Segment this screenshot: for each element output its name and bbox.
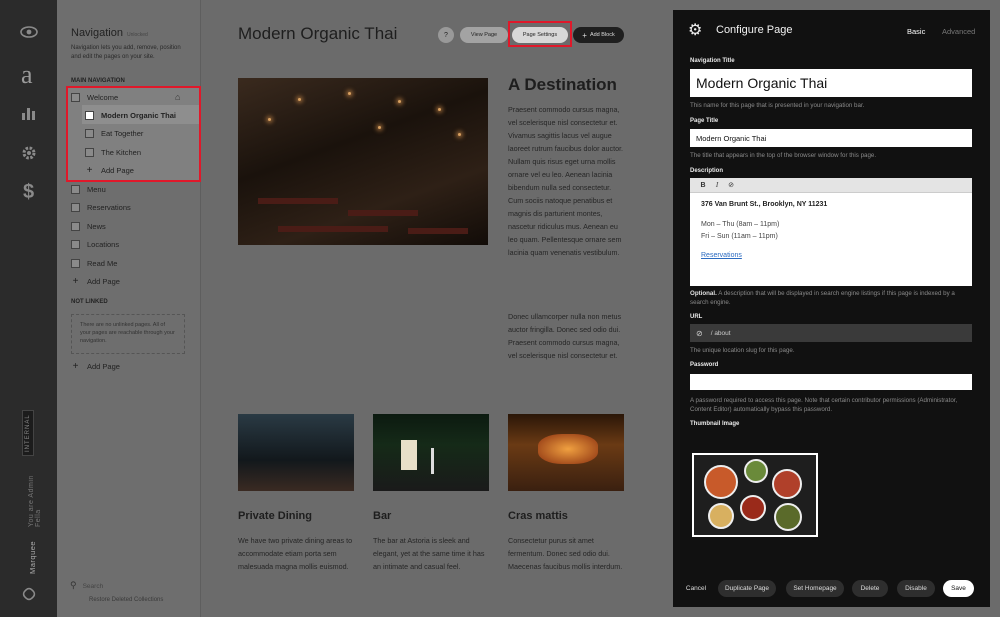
dollar-icon[interactable]: $ <box>17 181 40 204</box>
app-rail: a $ INTERNAL You are Admin Fella Marquee <box>0 0 57 617</box>
plus-icon: + <box>72 360 79 372</box>
second-paragraph: Donec ullamcorper nulla non metus auctor… <box>508 312 622 360</box>
unlinked-dropzone: There are no unlinked pages. All of your… <box>71 314 185 354</box>
desc-address: 376 Van Brunt St., Brooklyn, NY 11231 <box>701 201 828 208</box>
brand-logo-icon[interactable]: a <box>21 60 33 90</box>
help-button[interactable]: ? <box>438 27 454 43</box>
password-label: Password <box>690 362 719 368</box>
restore-deleted-link[interactable]: Restore Deleted Collections <box>89 597 163 603</box>
eye-icon[interactable] <box>17 20 40 43</box>
column-text: We have two private dining areas to acco… <box>238 536 353 571</box>
url-label: URL <box>690 314 703 320</box>
nav-description: Navigation lets you add, remove, positio… <box>71 45 181 60</box>
page-icon <box>71 202 80 212</box>
description-editor[interactable]: B I ⊘ 376 Van Brunt St., Brooklyn, NY 11… <box>690 178 972 286</box>
restaurant-hero-image <box>238 78 488 245</box>
configure-title: Configure Page <box>716 24 793 36</box>
page-icon <box>85 147 94 157</box>
page-icon <box>71 239 80 249</box>
nav-item-modern-organic-thai[interactable]: Modern Organic Thai <box>85 106 213 124</box>
nav-item-menu[interactable]: Menu <box>71 180 199 198</box>
page-title-field[interactable]: Modern Organic Thai <box>690 129 972 147</box>
link-icon[interactable]: ⊘ <box>724 181 738 189</box>
tab-advanced[interactable]: Advanced <box>942 27 975 36</box>
home-icon: ⌂ <box>175 92 181 102</box>
nav-item-read-me[interactable]: Read Me <box>71 254 199 272</box>
section-heading: A Destination <box>508 75 617 94</box>
unlinked-add-page[interactable]: + Add Page <box>71 357 199 375</box>
save-button[interactable]: Save <box>943 580 974 597</box>
plus-icon: + <box>582 30 587 40</box>
desc-reservations-link[interactable]: Reservations <box>701 252 742 259</box>
description-help: Optional. A description that will be dis… <box>690 290 955 306</box>
editor-toolbar: B I ⊘ <box>690 178 972 193</box>
column-heading: Private Dining <box>238 510 312 522</box>
desc-hours-weekend: Fri – Sun (11am – 11pm) <box>701 233 778 240</box>
nav-item-reservations[interactable]: Reservations <box>71 198 199 216</box>
column-heading: Bar <box>373 510 392 522</box>
url-field[interactable]: ⊘ / about <box>690 324 972 342</box>
admin-label: You are Admin Fella <box>28 475 42 527</box>
not-linked-label: NOT LINKED <box>71 299 108 305</box>
page-icon <box>85 110 94 120</box>
bold-icon[interactable]: B <box>696 182 710 189</box>
column-heading: Cras mattis <box>508 510 568 522</box>
folder-icon <box>71 92 80 102</box>
page-icon <box>71 184 80 194</box>
description-label: Description <box>690 168 724 174</box>
page-icon <box>85 128 94 138</box>
delete-button[interactable]: Delete <box>852 580 888 597</box>
column-text: The bar at Astoria is sleek and elegant,… <box>373 536 485 571</box>
page-title-label: Page Title <box>690 118 719 124</box>
gear-icon[interactable] <box>17 141 40 164</box>
intro-paragraph: Praesent commodo cursus magna, vel scele… <box>508 105 624 257</box>
thumbnail-label: Thumbnail Image <box>690 421 740 427</box>
nav-add-page[interactable]: + Add Page <box>71 272 199 290</box>
page-icon <box>71 258 80 268</box>
cancel-button[interactable]: Cancel <box>680 580 712 597</box>
column-text: Consectetur purus sit amet fermentum. Do… <box>508 536 623 571</box>
nav-title: Navigation Unlocked <box>71 27 148 39</box>
main-nav-label: MAIN NAVIGATION <box>71 78 125 84</box>
italic-icon[interactable]: I <box>710 181 724 189</box>
chart-icon[interactable] <box>17 101 40 124</box>
tab-basic[interactable]: Basic <box>907 27 925 36</box>
disable-button[interactable]: Disable <box>897 580 935 597</box>
unlink-icon: ⊘ <box>696 328 703 338</box>
desc-hours-weekday: Mon – Thu (8am – 11pm) <box>701 221 780 228</box>
password-field[interactable] <box>690 374 972 390</box>
nav-item-locations[interactable]: Locations <box>71 235 199 253</box>
search-icon: ⚲ <box>70 580 77 590</box>
nav-add-page-sub[interactable]: + Add Page <box>85 161 213 179</box>
grill-image <box>508 414 624 491</box>
nav-item-eat-together[interactable]: Eat Together <box>85 124 213 142</box>
bar-image <box>373 414 489 491</box>
private-dining-image <box>238 414 354 491</box>
set-homepage-button[interactable]: Set Homepage <box>786 580 844 597</box>
squarespace-logo-icon[interactable] <box>17 582 40 605</box>
add-block-button[interactable]: + Add Block <box>573 27 624 43</box>
nav-title-field[interactable]: Modern Organic Thai <box>690 69 972 97</box>
page-title-help: The title that appears in the top of the… <box>690 152 877 159</box>
page-icon <box>71 221 80 231</box>
view-page-button[interactable]: View Page <box>460 27 508 43</box>
internal-badge: INTERNAL <box>22 410 34 456</box>
thumbnail-image[interactable] <box>692 453 818 537</box>
page-title: Modern Organic Thai <box>238 24 398 43</box>
nav-search[interactable]: ⚲ Search <box>70 580 103 591</box>
nav-item-the-kitchen[interactable]: The Kitchen <box>85 143 213 161</box>
plus-icon: + <box>86 164 93 176</box>
product-label: Marquee <box>28 540 37 574</box>
duplicate-page-button[interactable]: Duplicate Page <box>718 580 776 597</box>
url-help: The unique location slug for this page. <box>690 347 795 354</box>
page-settings-highlight <box>508 21 572 47</box>
password-help: A password required to access this page.… <box>690 397 958 413</box>
nav-title-label: Navigation Title <box>690 58 735 64</box>
gear-icon: ⚙ <box>688 22 703 39</box>
plus-icon: + <box>72 275 79 287</box>
nav-item-news[interactable]: News <box>71 217 199 235</box>
nav-title-help: This name for this page that is presente… <box>690 102 865 109</box>
